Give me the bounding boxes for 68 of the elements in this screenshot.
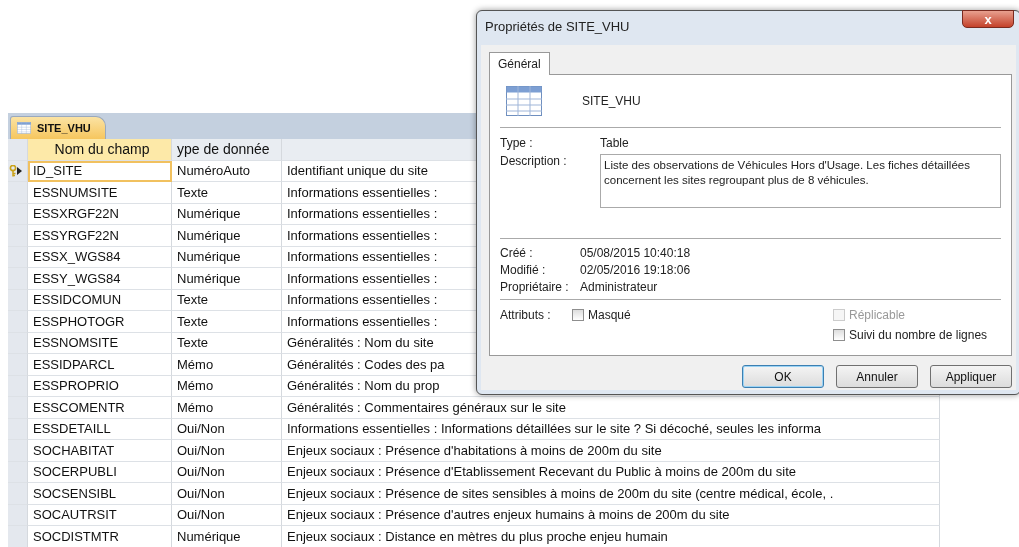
column-header[interactable]: ype de donnée: [172, 139, 282, 161]
table-cell: Généralités : Commentaires généraux sur le site: [282, 397, 940, 419]
table-cell: Oui/Non: [172, 483, 282, 505]
field-label: Attributs :: [500, 308, 552, 322]
table-cell: Mémo: [172, 397, 282, 419]
table-cell: Texte: [172, 289, 282, 311]
field-value: Table: [600, 136, 630, 150]
row-selector[interactable]: [8, 160, 28, 182]
field-label: Type :: [500, 136, 534, 150]
table-cell: Enjeux sociaux : Présence d'Etablissement Recevant du Public à moins de 200m du site: [282, 461, 940, 483]
dialog-tab[interactable]: Général: [489, 52, 550, 75]
table-cell: SOCDISTMTR: [28, 526, 172, 547]
dialog-button[interactable]: Annuler: [836, 365, 918, 388]
key-icon: [9, 164, 17, 177]
table-cell: SOCHABITAT: [28, 440, 172, 462]
checkbox[interactable]: [833, 329, 845, 341]
table-cell: Texte: [172, 311, 282, 333]
table-cell: ESSYRGF22N: [28, 225, 172, 247]
table-cell: Enjeux sociaux : Présence d'habitations à moins de 200m du site: [282, 440, 940, 462]
table-cell: Mémo: [172, 375, 282, 397]
table-cell: ESSIDCOMUN: [28, 289, 172, 311]
table-cell: ESSPROPRIO: [28, 375, 172, 397]
table-tab[interactable]: SITE_VHU: [10, 116, 106, 139]
description-field[interactable]: Liste des observations de Véhicules Hors d'Usage. Les fiches détaillées concernent les sites regroupant plus de 8 véhicules.: [600, 154, 1001, 208]
table-cell: Numérique: [172, 268, 282, 290]
table-cell: Oui/Non: [172, 504, 282, 526]
table-cell: Oui/Non: [172, 461, 282, 483]
table-icon: [17, 122, 31, 134]
table-cell: Enjeux sociaux : Présence d'autres enjeux humains à moins de 200m du site: [282, 504, 940, 526]
table-cell: SOCSENSIBL: [28, 483, 172, 505]
table-cell: Mémo: [172, 354, 282, 376]
table-cell: NuméroAuto: [172, 160, 282, 182]
checkbox-label: Masqué: [588, 308, 631, 322]
table-cell: ESSNOMSITE: [28, 332, 172, 354]
table-cell: Numérique: [172, 203, 282, 225]
table-cell: SOCAUTRSIT: [28, 504, 172, 526]
table-cell: Numérique: [172, 225, 282, 247]
table-cell: Numérique: [172, 246, 282, 268]
table-icon: [506, 86, 542, 116]
table-cell: ESSDETAILL: [28, 418, 172, 440]
table-cell: ESSXRGF22N: [28, 203, 172, 225]
current-row-icon: [17, 166, 22, 175]
column-header[interactable]: Nom du champ: [28, 139, 172, 161]
table-cell: Informations essentielles : Informations détaillées sur le site ? Si décoché, seules les informa: [282, 418, 940, 440]
table-cell: Enjeux sociaux : Distance en mètres du plus proche enjeu humain: [282, 526, 940, 547]
table-cell: Oui/Non: [172, 418, 282, 440]
table-cell: ID_SITE: [28, 160, 172, 182]
table-cell: Numérique: [172, 526, 282, 547]
table-cell: Oui/Non: [172, 440, 282, 462]
table-cell: Texte: [172, 332, 282, 354]
field-value: 05/08/2015 10:40:18: [580, 246, 692, 260]
table-cell: ESSIDPARCL: [28, 354, 172, 376]
checkbox-label: Réplicable: [849, 308, 906, 322]
object-name: SITE_VHU: [582, 94, 641, 108]
table-cell: ESSNUMSITE: [28, 182, 172, 204]
table-cell: ESSPHOTOGR: [28, 311, 172, 333]
table-cell: Texte: [172, 182, 282, 204]
close-button[interactable]: x: [962, 10, 1014, 28]
dialog-button[interactable]: OK: [742, 365, 824, 388]
field-label: Créé :: [500, 246, 534, 260]
table-cell: ESSX_WGS84: [28, 246, 172, 268]
checkbox[interactable]: [572, 309, 584, 321]
dialog-title: Propriétés de SITE_VHU: [485, 19, 630, 34]
table-cell: ESSY_WGS84: [28, 268, 172, 290]
table-cell: Enjeux sociaux : Présence de sites sensibles à moins de 200m du site (centre médical, école, .: [282, 483, 940, 505]
dialog-button[interactable]: Appliquer: [930, 365, 1012, 388]
table-cell: ESSCOMENTR: [28, 397, 172, 419]
table-cell: SOCERPUBLI: [28, 461, 172, 483]
